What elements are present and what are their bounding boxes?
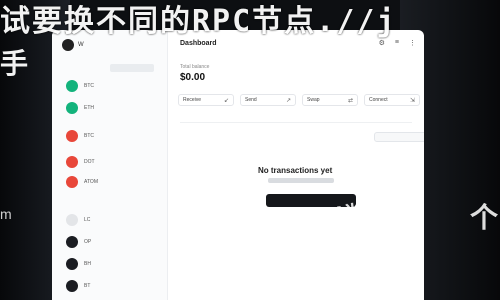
coin-icon	[66, 258, 78, 270]
connect-label: Connect	[369, 97, 388, 103]
balance-value: $0.00	[180, 72, 206, 83]
app-window: W BTC ETH BTC DOT ATOM LC OP BH BT Dashb…	[52, 30, 424, 300]
overlay-right-text: 个	[470, 202, 499, 233]
swap-label: Swap	[307, 97, 320, 103]
sidebar: W BTC ETH BTC DOT ATOM LC OP BH BT	[52, 30, 168, 300]
coin-item[interactable]: ATOM	[66, 176, 98, 188]
coin-label: ATOM	[84, 179, 98, 185]
search-input[interactable]	[374, 132, 424, 142]
more-icon[interactable]: ⋮	[409, 39, 416, 47]
coin-item[interactable]: BTC	[66, 130, 94, 142]
coin-label: BT	[84, 283, 91, 289]
coin-item[interactable]: OP	[66, 236, 91, 248]
coin-item[interactable]: BH	[66, 258, 91, 270]
empty-state-title: No transactions yet	[258, 166, 333, 175]
logo-icon	[62, 39, 74, 51]
swap-icon: ⇄	[347, 97, 353, 104]
coin-label: BTC	[84, 83, 94, 89]
coin-label: BH	[84, 261, 91, 267]
coin-item[interactable]: ETH	[66, 102, 94, 114]
coin-label: BTC	[84, 133, 94, 139]
coin-icon	[66, 102, 78, 114]
coin-icon	[66, 156, 78, 168]
receive-label: Receive	[183, 97, 202, 103]
balance-label: Total balance	[180, 64, 210, 70]
send-label: Send	[245, 97, 257, 103]
page-title: Dashboard	[180, 40, 217, 47]
connect-button[interactable]: Connect ⇲	[364, 94, 420, 106]
menu-icon[interactable]: ≡	[395, 39, 399, 47]
connect-icon: ⇲	[409, 97, 415, 104]
coin-item[interactable]: DOT	[66, 156, 95, 168]
coin-icon	[66, 214, 78, 226]
swap-button[interactable]: Swap ⇄	[302, 94, 358, 106]
send-icon: ↗	[285, 97, 291, 104]
receive-icon: ↙	[223, 97, 229, 104]
coin-icon	[66, 236, 78, 248]
overlay-mid-text: i类 大	[335, 197, 392, 227]
empty-state-subtitle	[268, 178, 334, 183]
main-panel: Dashboard ⚙ ≡ ⋮ Total balance $0.00 Rece…	[168, 30, 424, 300]
sidebar-tag	[110, 64, 154, 72]
overlay-top-text: 试要换不同的RPC节点.//j	[0, 4, 397, 39]
coin-icon	[66, 176, 78, 188]
coin-label: DOT	[84, 159, 95, 165]
coin-label: LC	[84, 217, 91, 223]
coin-label: OP	[84, 239, 92, 245]
action-row: Receive ↙ Send ↗ Swap ⇄ Connect ⇲	[178, 94, 420, 106]
coin-item[interactable]: BT	[66, 280, 90, 292]
brand-name: W	[78, 42, 84, 48]
coin-item[interactable]: BTC	[66, 80, 94, 92]
coin-icon	[66, 130, 78, 142]
coin-icon	[66, 80, 78, 92]
overlay-tiny-text: m	[0, 206, 12, 222]
top-icons: ⚙ ≡ ⋮	[379, 39, 416, 47]
send-button[interactable]: Send ↗	[240, 94, 296, 106]
receive-button[interactable]: Receive ↙	[178, 94, 234, 106]
settings-icon[interactable]: ⚙	[379, 39, 385, 47]
coin-item[interactable]: LC	[66, 214, 90, 226]
divider	[180, 122, 412, 123]
overlay-left-text: 手	[0, 47, 29, 80]
coin-icon	[66, 280, 78, 292]
coin-label: ETH	[84, 105, 94, 111]
